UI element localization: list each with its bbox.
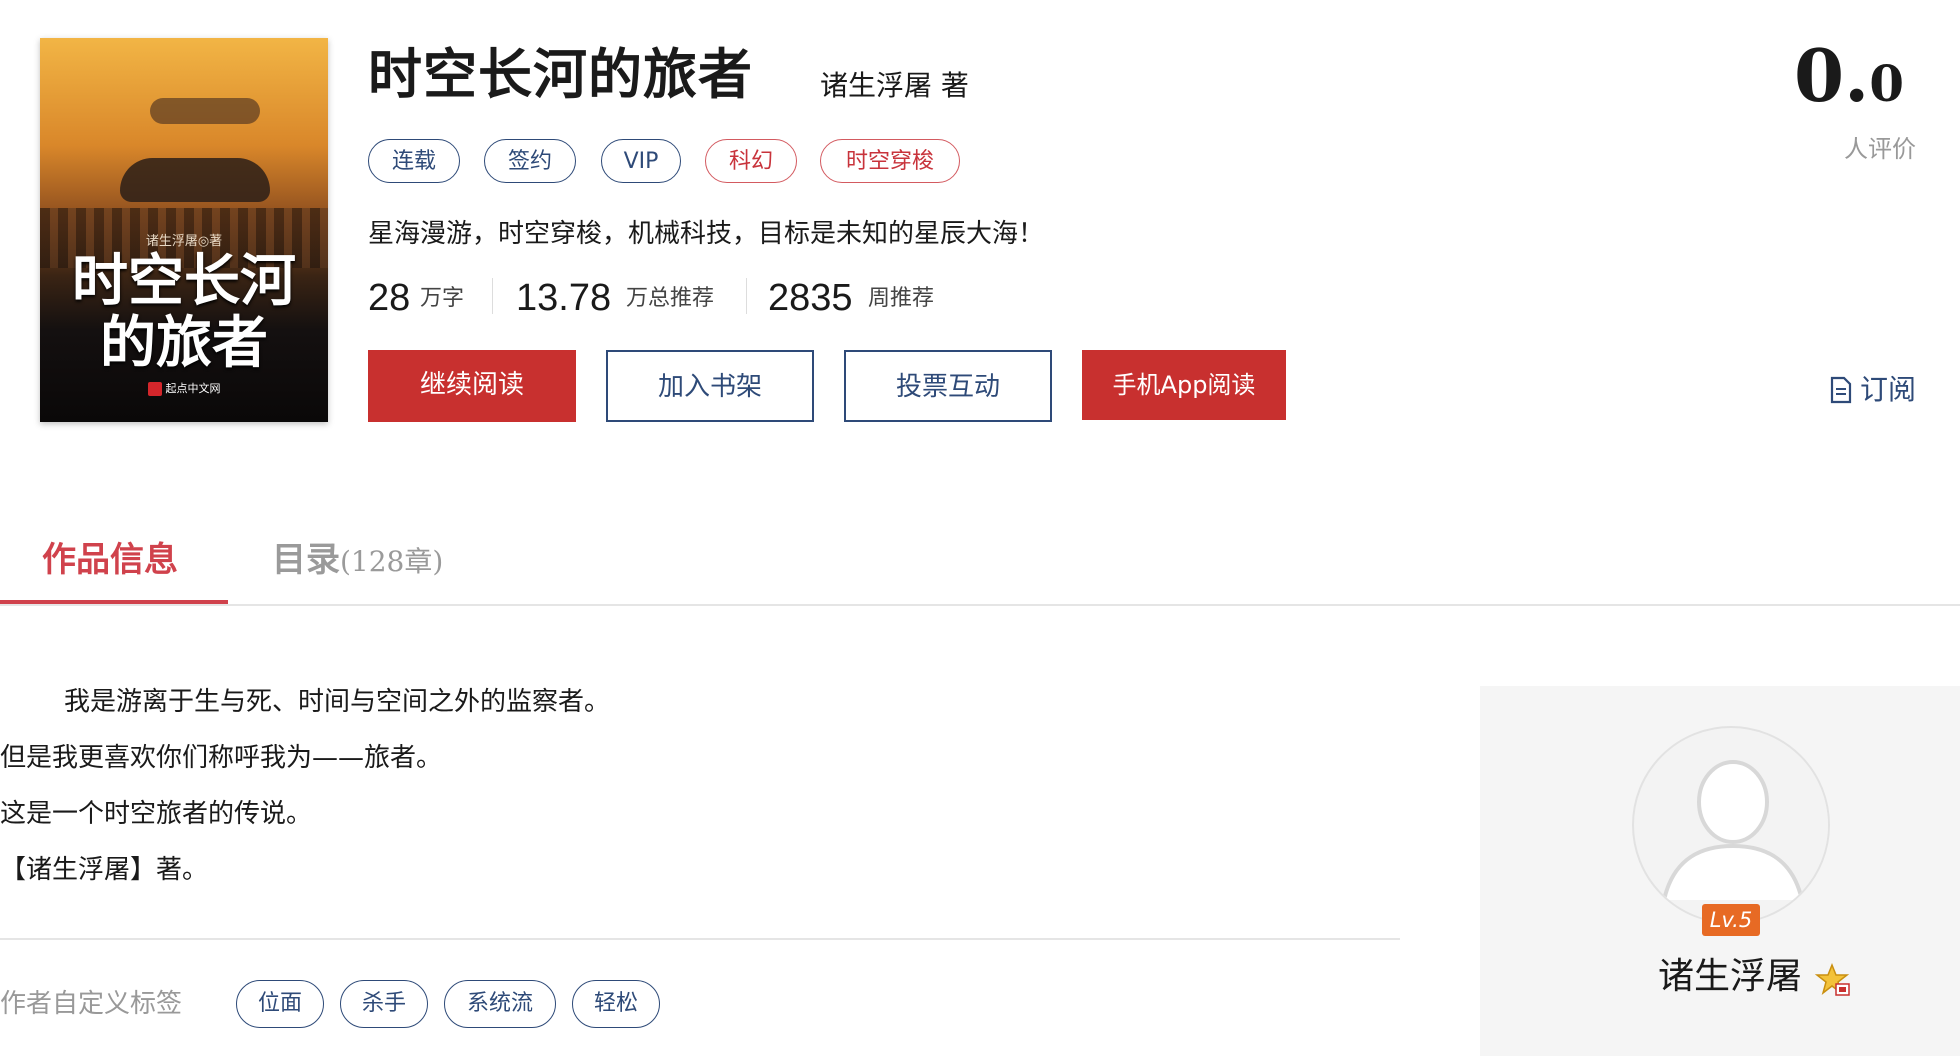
tag-category[interactable]: 科幻 xyxy=(705,139,797,183)
cover-title-line2: 的旅者 xyxy=(100,310,268,376)
custom-tag[interactable]: 位面 xyxy=(236,980,324,1028)
stat-divider xyxy=(492,278,493,314)
mobile-app-read-button[interactable]: 手机App阅读 xyxy=(1082,350,1286,420)
rating-score: 0.0 xyxy=(1794,36,1904,136)
tag-vip[interactable]: VIP xyxy=(601,139,681,183)
stat-word-count-label: 万字 xyxy=(420,286,465,311)
stat-total-recommend: 13.78 xyxy=(516,277,612,319)
tag-status[interactable]: 连载 xyxy=(368,139,460,183)
book-cover[interactable]: 诸生浮屠◎著 时空长河 的旅者 起点中文网 xyxy=(40,38,328,422)
tab-book-info[interactable]: 作品信息 xyxy=(42,536,178,584)
description-line: 【诸生浮屠】著。 xyxy=(0,855,209,885)
tag-signed[interactable]: 签约 xyxy=(484,139,576,183)
section-divider xyxy=(0,938,1400,940)
custom-tags-label: 作者自定义标签 xyxy=(0,989,183,1019)
cover-art-ship xyxy=(120,158,270,202)
cover-art-ship-small xyxy=(150,98,260,124)
subscribe-button[interactable]: 订阅 xyxy=(1830,370,1916,410)
cover-brand-logo: 起点中文网 xyxy=(40,380,328,396)
tabs-divider xyxy=(0,604,1960,606)
tab-catalog-count: (128章) xyxy=(340,545,444,578)
description-line: 这是一个时空旅者的传说。 xyxy=(0,799,313,829)
custom-tag[interactable]: 杀手 xyxy=(340,980,428,1028)
description-line: 但是我更喜欢你们称呼我为——旅者。 xyxy=(0,743,443,773)
stat-divider xyxy=(746,278,747,314)
book-title: 时空长河的旅者 xyxy=(368,43,753,106)
vote-button[interactable]: 投票互动 xyxy=(844,350,1052,422)
description-line: 我是游离于生与死、时间与空间之外的监察者。 xyxy=(64,687,611,717)
book-author-link[interactable]: 诸生浮屠 著 xyxy=(820,66,969,106)
author-avatar[interactable] xyxy=(1632,726,1830,924)
star-badge-icon xyxy=(1814,962,1852,1000)
rating-score-int: 0. xyxy=(1794,33,1870,118)
book-intro: 星海漫游，时空穿梭，机械科技，目标是未知的星辰大海！ xyxy=(368,219,1045,249)
tag-subcategory[interactable]: 时空穿梭 xyxy=(820,139,960,183)
stat-weekly-recommend-label: 周推荐 xyxy=(868,286,935,311)
continue-reading-button[interactable]: 继续阅读 xyxy=(368,350,576,422)
cover-author-line: 诸生浮屠◎著 xyxy=(145,234,223,249)
stat-weekly-recommend: 2835 xyxy=(768,277,853,319)
custom-tag[interactable]: 轻松 xyxy=(572,980,660,1028)
cover-title-line1: 时空长河 xyxy=(72,248,296,314)
tab-catalog[interactable]: 目录(128章) xyxy=(272,536,443,586)
stat-total-recommend-label: 万总推荐 xyxy=(626,286,715,311)
cover-brand-text: 起点中文网 xyxy=(165,382,221,395)
brand-icon xyxy=(147,382,162,396)
rating-count-label: 人评价 xyxy=(1844,135,1916,163)
add-to-bookshelf-button[interactable]: 加入书架 xyxy=(606,350,814,422)
rating-score-dec: 0 xyxy=(1869,54,1904,113)
default-avatar-icon xyxy=(1636,730,1828,922)
cover-title: 时空长河 的旅者 xyxy=(40,250,328,374)
custom-tag[interactable]: 系统流 xyxy=(444,980,556,1028)
subscribe-label: 订阅 xyxy=(1859,373,1916,406)
author-name-link[interactable]: 诸生浮屠 xyxy=(1658,952,1802,1002)
author-level-badge: Lv.5 xyxy=(1702,904,1760,936)
tab-catalog-label: 目录 xyxy=(272,540,340,580)
document-icon xyxy=(1830,376,1852,404)
stat-word-count: 28 xyxy=(368,277,411,319)
